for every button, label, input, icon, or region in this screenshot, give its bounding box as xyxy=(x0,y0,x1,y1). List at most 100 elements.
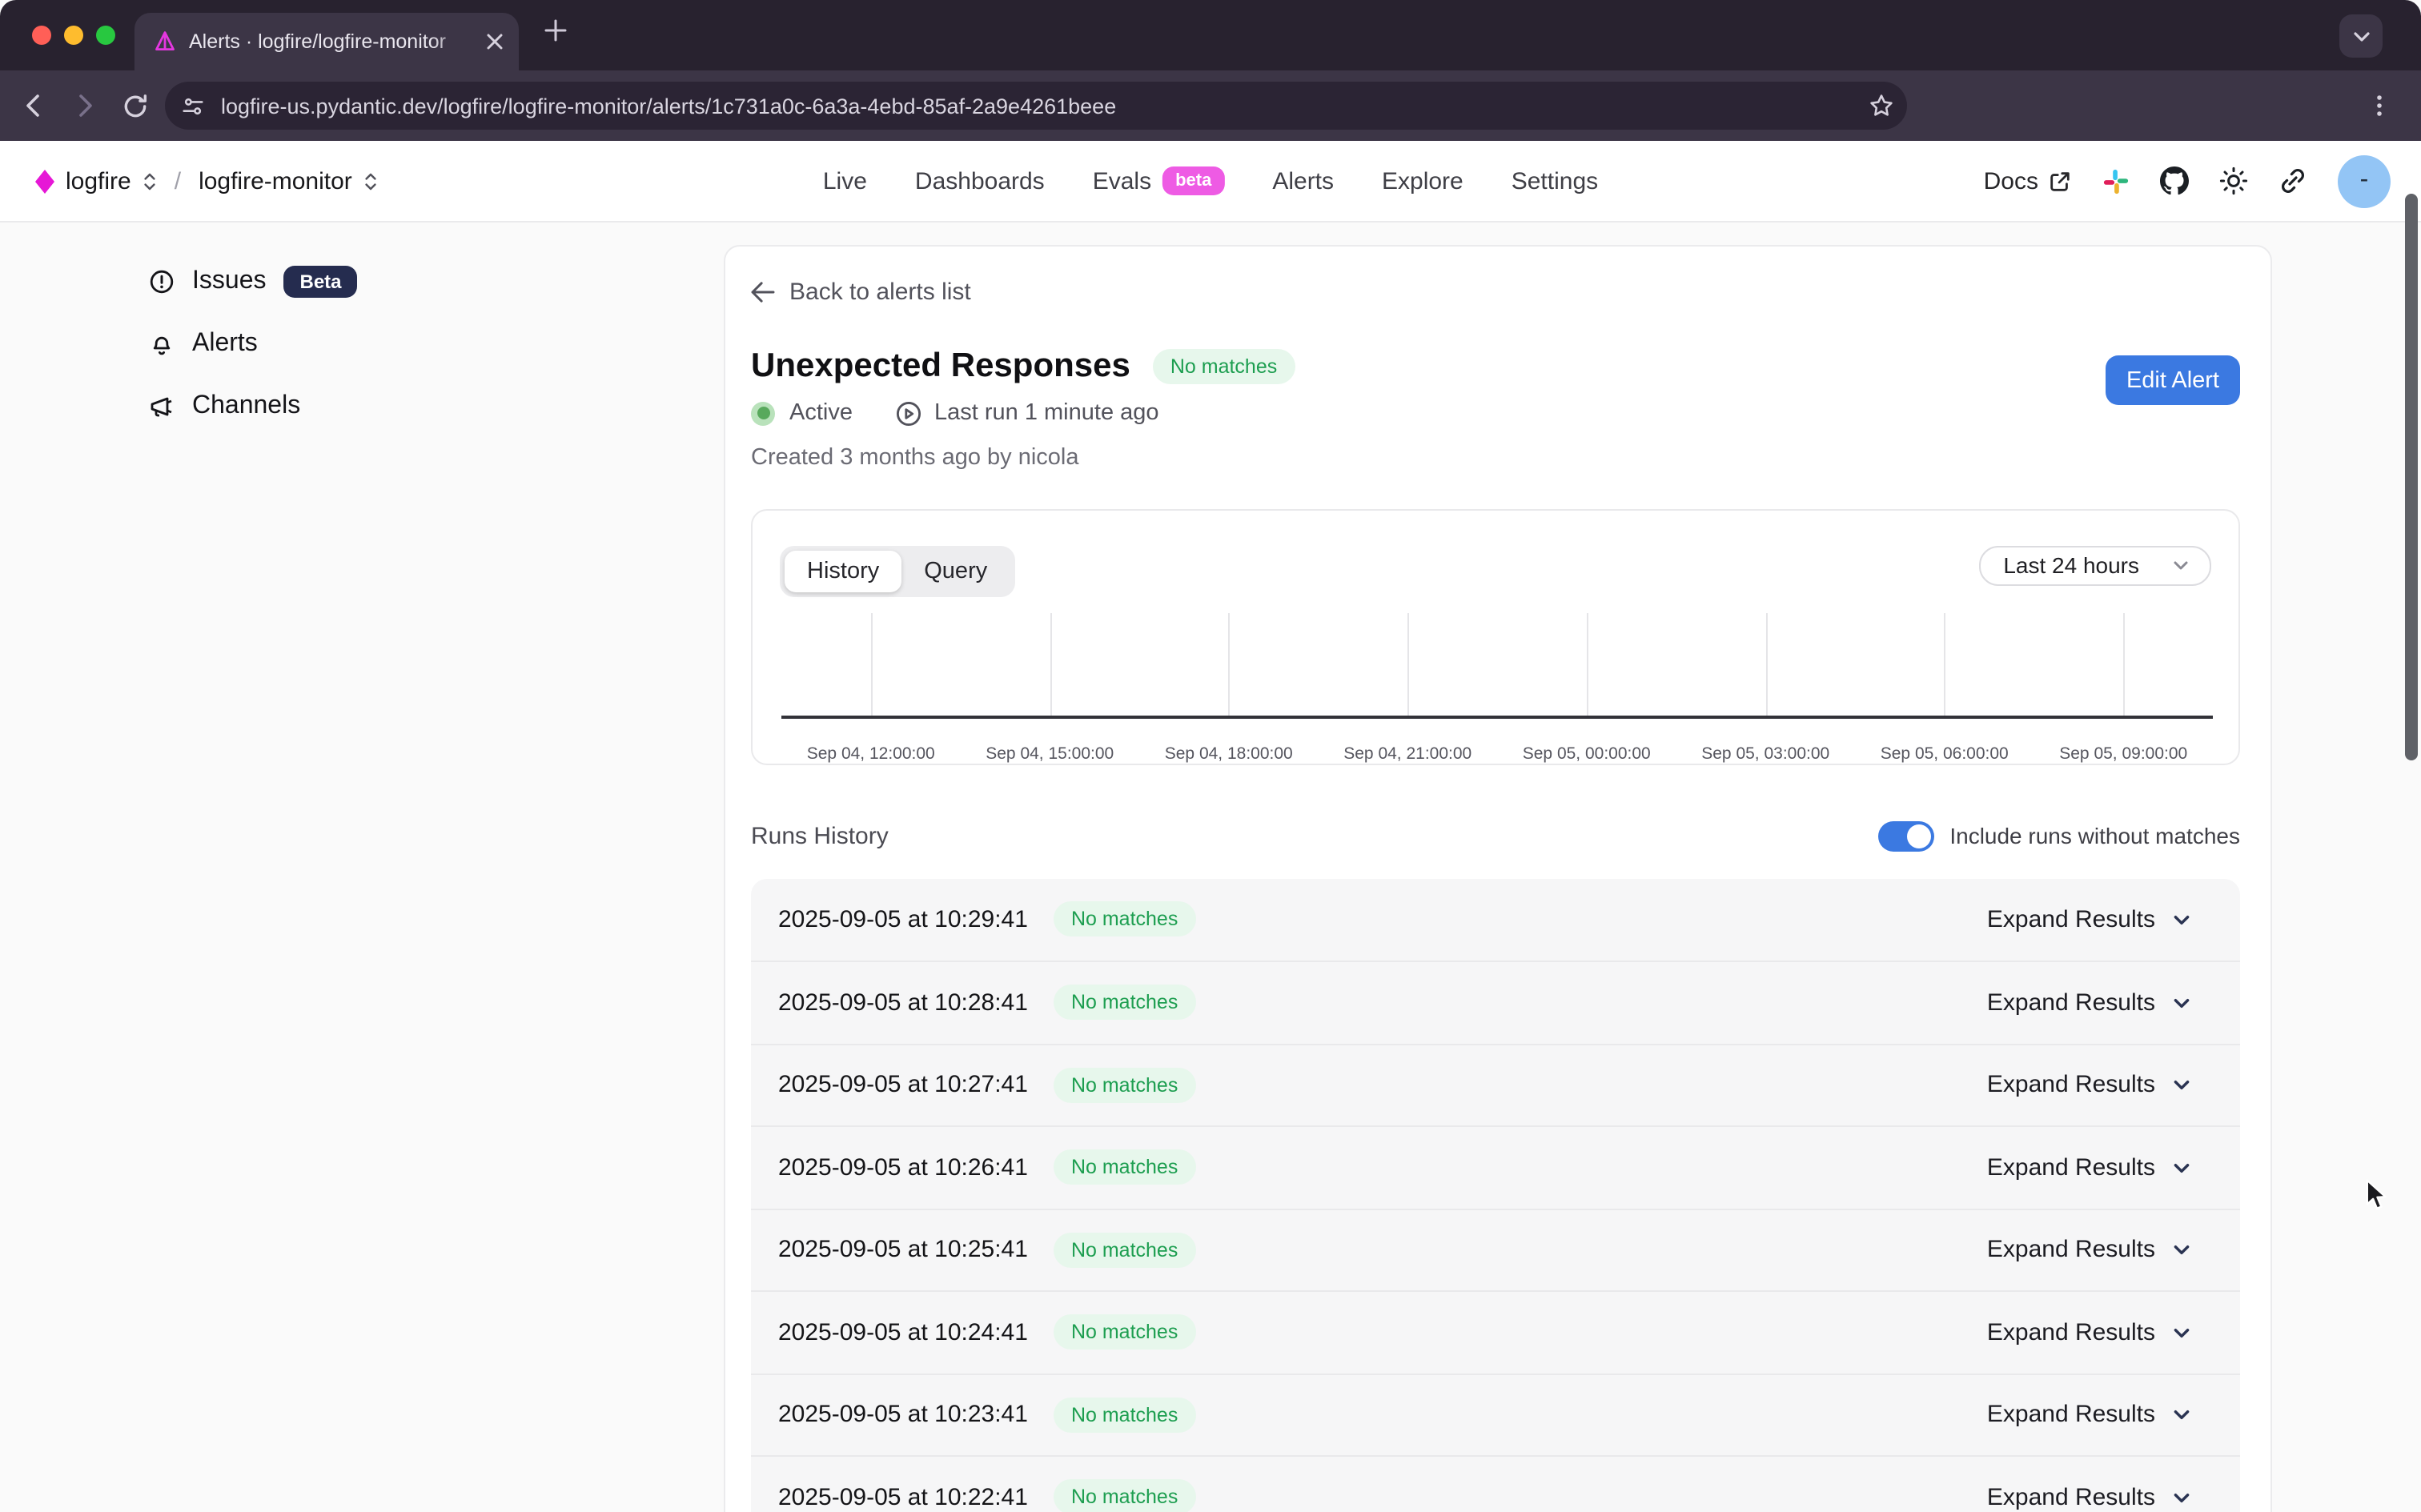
run-row[interactable]: 2025-09-05 at 10:28:41No matchesExpand R… xyxy=(751,961,2240,1043)
expand-results-label: Expand Results xyxy=(1987,1484,2155,1511)
sidebar-item-issues[interactable]: Issues Beta xyxy=(149,263,722,301)
bell-icon xyxy=(149,331,175,357)
tab-query[interactable]: Query xyxy=(901,550,1010,592)
expand-results-button[interactable]: Expand Results xyxy=(1977,1235,2202,1265)
nav-dashboards[interactable]: Dashboards xyxy=(915,167,1045,195)
chart-gridline xyxy=(871,612,873,715)
url-text: logfire-us.pydantic.dev/logfire/logfire-… xyxy=(221,94,1853,118)
run-row[interactable]: 2025-09-05 at 10:22:41 No matches Expand R… xyxy=(751,1455,2240,1512)
chevron-down-icon xyxy=(2171,555,2190,575)
expand-results-button[interactable]: Expand Results xyxy=(1977,1070,2202,1101)
play-circle-icon xyxy=(894,399,921,427)
browser-tab[interactable]: Alerts · logfire/logfire-monitor xyxy=(134,13,519,70)
chevron-down-icon xyxy=(2171,1157,2192,1178)
expand-results-label: Expand Results xyxy=(1987,1402,2155,1429)
runs-history-header: Runs History Include runs without matche… xyxy=(751,820,2240,851)
page-body: Issues Beta Alerts Channels Back to aler… xyxy=(0,223,2421,1512)
time-range-select[interactable]: Last 24 hours xyxy=(1979,545,2211,585)
expand-results-button[interactable]: Expand Results xyxy=(1977,1482,2202,1512)
active-label: Active xyxy=(789,400,853,426)
tab-search-button[interactable] xyxy=(2339,14,2383,58)
tab-history[interactable]: History xyxy=(785,550,901,592)
nav-evals[interactable]: Evals beta xyxy=(1093,166,1225,195)
alert-detail-card: Back to alerts list Unexpected Responses… xyxy=(723,244,2271,1512)
user-avatar[interactable]: - xyxy=(2338,154,2391,207)
docs-link[interactable]: Docs xyxy=(1984,167,2072,195)
back-to-alerts-link[interactable]: Back to alerts list xyxy=(751,278,971,305)
sidebar-item-channels[interactable]: Channels xyxy=(149,387,722,426)
bookmark-star-icon[interactable] xyxy=(1869,93,1894,118)
nav-live[interactable]: Live xyxy=(823,167,867,195)
chart-gridline xyxy=(1050,612,1051,715)
alert-no-matches-badge: No matches xyxy=(1153,348,1295,383)
browser-menu-icon[interactable] xyxy=(2367,93,2392,118)
nav-evals-label: Evals xyxy=(1093,167,1151,195)
expand-results-label: Expand Results xyxy=(1987,989,2155,1017)
back-button[interactable] xyxy=(19,91,48,120)
expand-results-button[interactable]: Expand Results xyxy=(1977,988,2202,1018)
nav-alerts[interactable]: Alerts xyxy=(1272,167,1334,195)
chart-tick-label: Sep 04, 15:00:00 xyxy=(986,744,1114,763)
logfire-logo-icon xyxy=(35,169,54,193)
sidebar-item-alerts[interactable]: Alerts xyxy=(149,325,722,363)
share-link-icon[interactable] xyxy=(2278,166,2307,195)
chart-gridline xyxy=(1229,612,1231,715)
expand-results-button[interactable]: Expand Results xyxy=(1977,904,2202,935)
browser-tab-strip: Alerts · logfire/logfire-monitor xyxy=(0,0,2421,70)
theme-sun-icon[interactable] xyxy=(2219,166,2248,195)
run-no-matches-badge: No matches xyxy=(1054,1398,1195,1433)
site-settings-icon[interactable] xyxy=(181,94,205,118)
nav-explore[interactable]: Explore xyxy=(1382,167,1463,195)
run-row[interactable]: 2025-09-05 at 10:29:41No matchesExpand R… xyxy=(751,878,2240,961)
expand-results-button[interactable]: Expand Results xyxy=(1977,1317,2202,1348)
run-timestamp: 2025-09-05 at 10:23:41 xyxy=(778,1402,1028,1429)
edit-alert-button[interactable]: Edit Alert xyxy=(2106,355,2240,405)
browser-toolbar: logfire-us.pydantic.dev/logfire/logfire-… xyxy=(0,70,2421,141)
sidebar-issues-label: Issues xyxy=(192,267,267,296)
slack-icon[interactable] xyxy=(2102,167,2130,195)
chevron-down-icon xyxy=(2171,1240,2192,1261)
run-row[interactable]: 2025-09-05 at 10:27:41No matchesExpand R… xyxy=(751,1043,2240,1125)
close-window-button[interactable] xyxy=(32,26,51,45)
browser-window: Alerts · logfire/logfire-monitor xyxy=(0,0,2421,1512)
include-runs-toggle[interactable] xyxy=(1877,820,1933,851)
chevron-down-icon xyxy=(2171,1487,2192,1508)
new-tab-button[interactable] xyxy=(544,19,567,42)
active-status-dot xyxy=(751,401,775,425)
docs-label: Docs xyxy=(1984,167,2038,195)
nav-settings[interactable]: Settings xyxy=(1512,167,1598,195)
tab-title: Alerts · logfire/logfire-monitor xyxy=(189,30,474,53)
run-row[interactable]: 2025-09-05 at 10:26:41No matchesExpand R… xyxy=(751,1125,2240,1208)
expand-results-button[interactable]: Expand Results xyxy=(1977,1153,2202,1183)
reload-button[interactable] xyxy=(122,92,149,119)
expand-results-label: Expand Results xyxy=(1987,906,2155,933)
include-runs-toggle-group: Include runs without matches xyxy=(1877,820,2240,851)
run-row[interactable]: 2025-09-05 at 10:23:41 No matches Expand R… xyxy=(751,1373,2240,1455)
chart-gridline xyxy=(2123,612,2125,715)
minimize-window-button[interactable] xyxy=(64,26,83,45)
run-timestamp: 2025-09-05 at 10:24:41 xyxy=(778,1319,1028,1346)
issues-seal-icon xyxy=(149,269,175,295)
run-row[interactable]: 2025-09-05 at 10:24:41No matchesExpand R… xyxy=(751,1290,2240,1373)
run-timestamp: 2025-09-05 at 10:22:41 xyxy=(778,1484,1028,1511)
github-icon[interactable] xyxy=(2160,166,2189,195)
run-row[interactable]: 2025-09-05 at 10:25:41No matchesExpand R… xyxy=(751,1208,2240,1290)
sidebar: Issues Beta Alerts Channels xyxy=(0,223,722,450)
expand-results-button[interactable]: Expand Results xyxy=(1977,1400,2202,1430)
forward-button[interactable] xyxy=(70,91,99,120)
chevron-down-icon xyxy=(2171,993,2192,1013)
chart-gridline xyxy=(1945,612,1946,715)
zoom-window-button[interactable] xyxy=(96,26,115,45)
run-timestamp: 2025-09-05 at 10:27:41 xyxy=(778,1072,1028,1099)
expand-results-label: Expand Results xyxy=(1987,1154,2155,1181)
project-selector[interactable]: logfire-monitor xyxy=(199,167,352,195)
org-selector[interactable]: logfire xyxy=(66,167,131,195)
tab-close-icon[interactable] xyxy=(487,34,503,50)
run-no-matches-badge: No matches xyxy=(1054,1480,1195,1512)
run-no-matches-badge: No matches xyxy=(1054,1150,1195,1185)
chevron-down-icon xyxy=(2171,1075,2192,1096)
back-arrow-icon xyxy=(751,281,775,302)
app-header: logfire / logfire-monitor Live Dashboard… xyxy=(0,141,2421,223)
page-scrollbar[interactable] xyxy=(2405,194,2418,760)
address-bar[interactable]: logfire-us.pydantic.dev/logfire/logfire-… xyxy=(165,82,1907,130)
